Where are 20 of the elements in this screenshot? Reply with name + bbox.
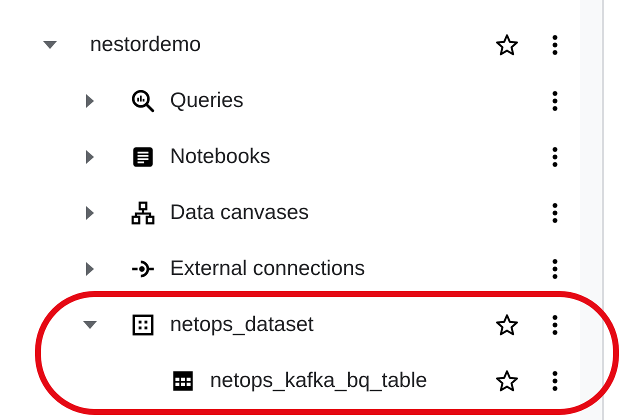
item-label: nestordemo (90, 33, 202, 57)
item-label: Queries (170, 89, 245, 113)
star-icon[interactable] (494, 368, 520, 394)
tree-item[interactable]: nestordemo (0, 17, 602, 73)
tree-item[interactable]: External connections (0, 241, 602, 297)
item-label: Notebooks (170, 145, 272, 169)
item-label: netops_kafka_bq_table (210, 369, 428, 393)
tree-item[interactable]: Queries (0, 73, 602, 129)
magnifier-chart-icon (130, 88, 156, 114)
item-label: External connections (170, 257, 366, 281)
tree-item[interactable]: Notebooks (0, 129, 602, 185)
hierarchy-icon (130, 200, 156, 226)
tree-item[interactable]: netops_dataset (41, 297, 613, 353)
tree-item[interactable]: netops_kafka_bq_table (41, 353, 613, 409)
item-label: netops_dataset (170, 313, 315, 337)
tree-item[interactable]: Data canvases (0, 185, 602, 241)
star-icon[interactable] (494, 312, 520, 338)
item-label: Data canvases (170, 201, 310, 225)
dataset-icon (130, 312, 156, 338)
star-icon[interactable] (494, 32, 520, 58)
